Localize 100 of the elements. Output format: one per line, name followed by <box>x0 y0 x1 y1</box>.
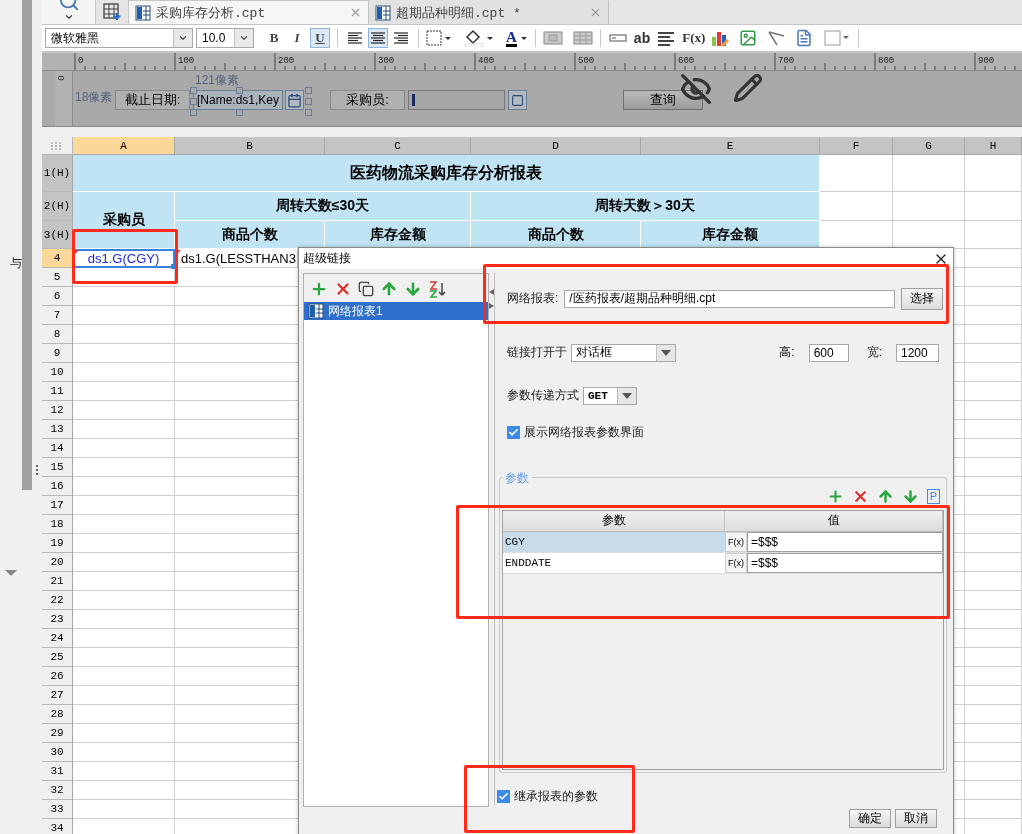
column-header[interactable]: C <box>325 137 471 155</box>
row-header[interactable]: 13 <box>42 420 73 439</box>
delete-icon[interactable] <box>334 280 352 298</box>
file-tab[interactable]: 超期品种明细.cpt * <box>369 0 609 24</box>
copy-icon[interactable] <box>358 281 374 297</box>
format-button[interactable]: I <box>287 28 307 48</box>
row-header[interactable]: 1(H) <box>42 155 73 192</box>
line-icon[interactable] <box>767 29 786 47</box>
header-cell[interactable]: 商品个数 <box>471 221 641 249</box>
fill-handle[interactable] <box>171 264 176 269</box>
file-tab[interactable]: 采购库存分析.cpt <box>129 0 369 24</box>
row-header[interactable]: 18 <box>42 515 73 534</box>
row-header[interactable]: 26 <box>42 667 73 686</box>
column-header[interactable]: G <box>893 137 965 155</box>
row-header[interactable]: 7 <box>42 306 73 325</box>
row-header[interactable]: 9 <box>42 344 73 363</box>
row-header[interactable]: 8 <box>42 325 73 344</box>
row-header[interactable]: 20 <box>42 553 73 572</box>
eye-off-icon[interactable] <box>680 73 712 105</box>
row-header[interactable]: 32 <box>42 781 73 800</box>
report-path-field[interactable]: /医药报表/超期品种明细.cpt <box>564 289 895 308</box>
link-list-item[interactable]: 网络报表1 <box>304 302 488 320</box>
parameter-value-field[interactable]: =$$$ <box>747 552 943 573</box>
header-cell[interactable]: 商品个数 <box>175 221 325 249</box>
pencil-icon[interactable] <box>733 73 763 103</box>
move-down-icon[interactable] <box>901 488 919 506</box>
row-header[interactable]: 10 <box>42 363 73 382</box>
document-icon[interactable] <box>795 29 814 47</box>
header-cell[interactable]: 周转天数＞30天 <box>471 192 820 221</box>
row-header[interactable]: 24 <box>42 629 73 648</box>
width-field[interactable]: 1200 <box>896 343 939 362</box>
splitter-handle[interactable] <box>36 465 38 475</box>
add-icon[interactable] <box>310 280 328 298</box>
query-button[interactable]: 查询 <box>623 90 703 110</box>
row-header[interactable]: 29 <box>42 724 73 743</box>
column-header[interactable]: B <box>175 137 325 155</box>
row-header[interactable]: 15 <box>42 458 73 477</box>
checkbox[interactable] <box>497 790 510 803</box>
row-header[interactable]: 14 <box>42 439 73 458</box>
row-header[interactable]: 25 <box>42 648 73 667</box>
image-icon[interactable] <box>739 29 758 47</box>
move-up-icon[interactable] <box>380 280 398 298</box>
row-header[interactable]: 22 <box>42 591 73 610</box>
method-select[interactable]: GET <box>583 386 637 405</box>
fill-color-icon[interactable] <box>464 29 494 47</box>
split-cells-icon[interactable] <box>572 30 593 46</box>
column-header[interactable]: E <box>641 137 820 155</box>
column-header[interactable]: D <box>471 137 641 155</box>
row-header[interactable]: 6 <box>42 287 73 306</box>
row-header[interactable]: 5 <box>42 268 73 287</box>
font-color-button[interactable]: A <box>506 29 517 47</box>
checkbox[interactable] <box>507 425 520 439</box>
format-button[interactable]: U <box>310 28 330 48</box>
font-size-select[interactable]: 10.0 <box>196 28 254 48</box>
new-sheet-icon[interactable] <box>103 3 121 21</box>
header-cell[interactable]: 采购员 <box>73 192 175 249</box>
row-header[interactable]: 34 <box>42 819 73 834</box>
row-header[interactable]: 19 <box>42 534 73 553</box>
font-select[interactable]: 微软雅黑 <box>45 28 193 48</box>
border-icon[interactable] <box>426 30 452 46</box>
move-up-icon[interactable] <box>876 488 894 506</box>
format-button[interactable]: B <box>264 28 284 48</box>
open-in-select[interactable]: 对话框 <box>571 343 676 362</box>
row-header[interactable]: 12 <box>42 401 73 420</box>
height-field[interactable]: 600 <box>808 343 849 362</box>
column-header[interactable]: H <box>965 137 1022 155</box>
header-cell[interactable]: 周转天数≤30天 <box>175 192 471 221</box>
row-header[interactable]: 23 <box>42 610 73 629</box>
merge-cells-icon[interactable] <box>542 30 563 46</box>
formula-button[interactable]: F(x) <box>725 552 747 573</box>
cancel-button[interactable]: 取消 <box>895 809 937 828</box>
calendar-icon[interactable] <box>285 90 304 110</box>
column-header[interactable]: F <box>820 137 893 155</box>
resize-handle[interactable] <box>236 87 243 94</box>
parameter-value-field[interactable]: =$$$ <box>747 531 943 552</box>
list-icon[interactable] <box>508 90 527 110</box>
ok-button[interactable]: 确定 <box>849 809 891 828</box>
row-header[interactable]: 30 <box>42 743 73 762</box>
chart-icon[interactable] <box>711 29 730 47</box>
row-header[interactable]: 17 <box>42 496 73 515</box>
buyer-field[interactable] <box>408 90 505 110</box>
row-header[interactable]: 28 <box>42 705 73 724</box>
row-header[interactable]: 16 <box>42 477 73 496</box>
row-header[interactable]: 4 <box>42 249 73 268</box>
add-icon[interactable] <box>826 488 844 506</box>
header-cell[interactable]: 库存金额 <box>641 221 820 249</box>
row-header[interactable]: 27 <box>42 686 73 705</box>
frame-icon[interactable] <box>823 29 852 47</box>
parameter-name-cell[interactable]: CGY <box>503 531 725 552</box>
row-header[interactable]: 33 <box>42 800 73 819</box>
caret-icon[interactable] <box>63 12 74 22</box>
column-header[interactable]: A <box>73 137 175 155</box>
choose-button[interactable]: 选择 <box>901 287 943 310</box>
row-header[interactable]: 3(H) <box>42 221 73 249</box>
row-header[interactable]: 11 <box>42 382 73 401</box>
sort-icon[interactable] <box>428 280 446 298</box>
resize-handle[interactable] <box>236 109 243 116</box>
parameter-name-cell[interactable]: ENDDATE <box>503 552 725 573</box>
formula-button[interactable]: F(x) <box>725 531 747 552</box>
align-button[interactable] <box>368 28 388 48</box>
